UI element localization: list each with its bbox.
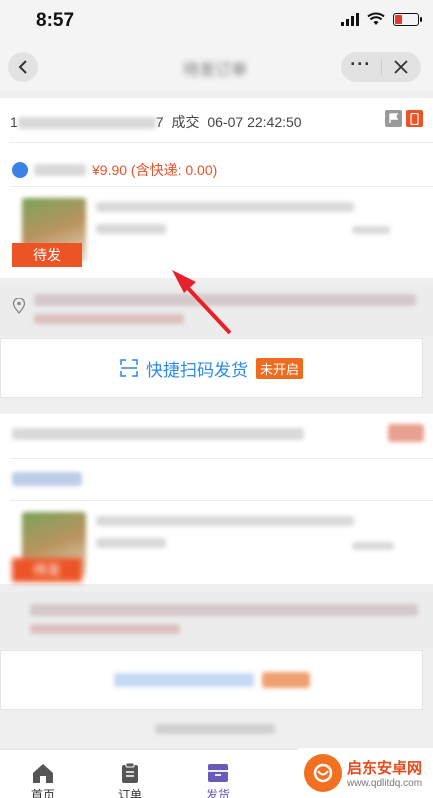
product-info-blurred: [96, 202, 354, 246]
nav-bar: 待发订单 ···: [0, 44, 433, 90]
close-icon: [394, 60, 408, 74]
box-icon: [208, 764, 228, 782]
capsule-actions: ···: [341, 52, 421, 82]
order-id-prefix: 1: [10, 114, 18, 130]
product-spec-blurred: [352, 542, 394, 550]
deal-time: 06-07 22:42:50: [207, 114, 302, 130]
tab-ship[interactable]: 发货: [188, 762, 248, 798]
quick-scan-label-blurred: [113, 673, 254, 687]
wifi-icon: [367, 12, 385, 25]
back-button[interactable]: [8, 52, 38, 82]
order-header-blurred: [12, 428, 304, 440]
buyer-avatar: [12, 162, 28, 178]
tab-home[interactable]: 首页: [13, 762, 73, 798]
order-id-blurred: [17, 117, 156, 130]
battery-icon: [393, 12, 422, 26]
location-icon: [12, 298, 26, 314]
buyer-name-blurred: [34, 164, 86, 176]
address-row: [0, 592, 433, 648]
status-time: 8:57: [36, 10, 75, 31]
order-id-suffix: 7: [155, 114, 164, 130]
status-icons: [341, 12, 422, 26]
more-icon: ···: [350, 54, 372, 74]
buyer-row: ¥9.90 (含快递: 0.00): [12, 160, 217, 180]
signal-icon: [341, 12, 359, 26]
scan-icon: [120, 359, 138, 377]
list-footer-blurred: [155, 724, 275, 734]
not-enabled-badge-blurred: [261, 672, 310, 688]
quick-scan-ship-button[interactable]: 快捷扫码发货 未开启: [0, 338, 423, 398]
watermark-text: 启东安卓网: [347, 760, 423, 777]
address-blurred: [30, 604, 418, 616]
tab-orders[interactable]: 订单: [100, 762, 160, 798]
watermark: 启东安卓网 www.qdlitdq.com: [298, 748, 433, 798]
address-line2-blurred: [30, 624, 180, 634]
order-flags-blurred: [388, 424, 424, 442]
quick-scan-label: 快捷扫码发货: [145, 360, 248, 380]
deal-label: 成交: [171, 114, 200, 130]
address-blurred: [34, 294, 416, 306]
tab-label: 发货: [205, 788, 230, 798]
more-button[interactable]: ···: [341, 52, 381, 82]
not-enabled-badge: 未开启: [255, 357, 303, 379]
product-spec-blurred: [352, 226, 390, 234]
watermark-url: www.qdlitdq.com: [347, 778, 423, 789]
close-button[interactable]: [382, 52, 422, 82]
buyer-row-blurred: [12, 472, 82, 486]
status-tag: 待发: [12, 243, 82, 267]
tab-label: 订单: [117, 788, 142, 798]
status-bar: 8:57: [0, 0, 433, 44]
page-title: 待发订单: [182, 62, 247, 79]
address-line2-blurred: [34, 314, 184, 324]
order-header: 1 7 成交 06-07 22:42:50: [10, 112, 302, 132]
clipboard-icon: [122, 762, 138, 783]
flag-icon[interactable]: [385, 110, 402, 127]
chevron-left-icon: [18, 60, 27, 74]
order-price: ¥9.90 (含快递: 0.00): [92, 162, 218, 178]
address-row: [0, 284, 433, 336]
product-info-blurred: [96, 516, 354, 560]
order-flags: [385, 110, 423, 127]
phone-icon[interactable]: [406, 110, 423, 127]
tab-label: 首页: [30, 788, 55, 798]
quick-scan-ship-button[interactable]: [0, 650, 423, 710]
watermark-logo-icon: [304, 754, 342, 792]
home-icon: [33, 764, 53, 783]
status-tag: 待发: [12, 558, 82, 582]
